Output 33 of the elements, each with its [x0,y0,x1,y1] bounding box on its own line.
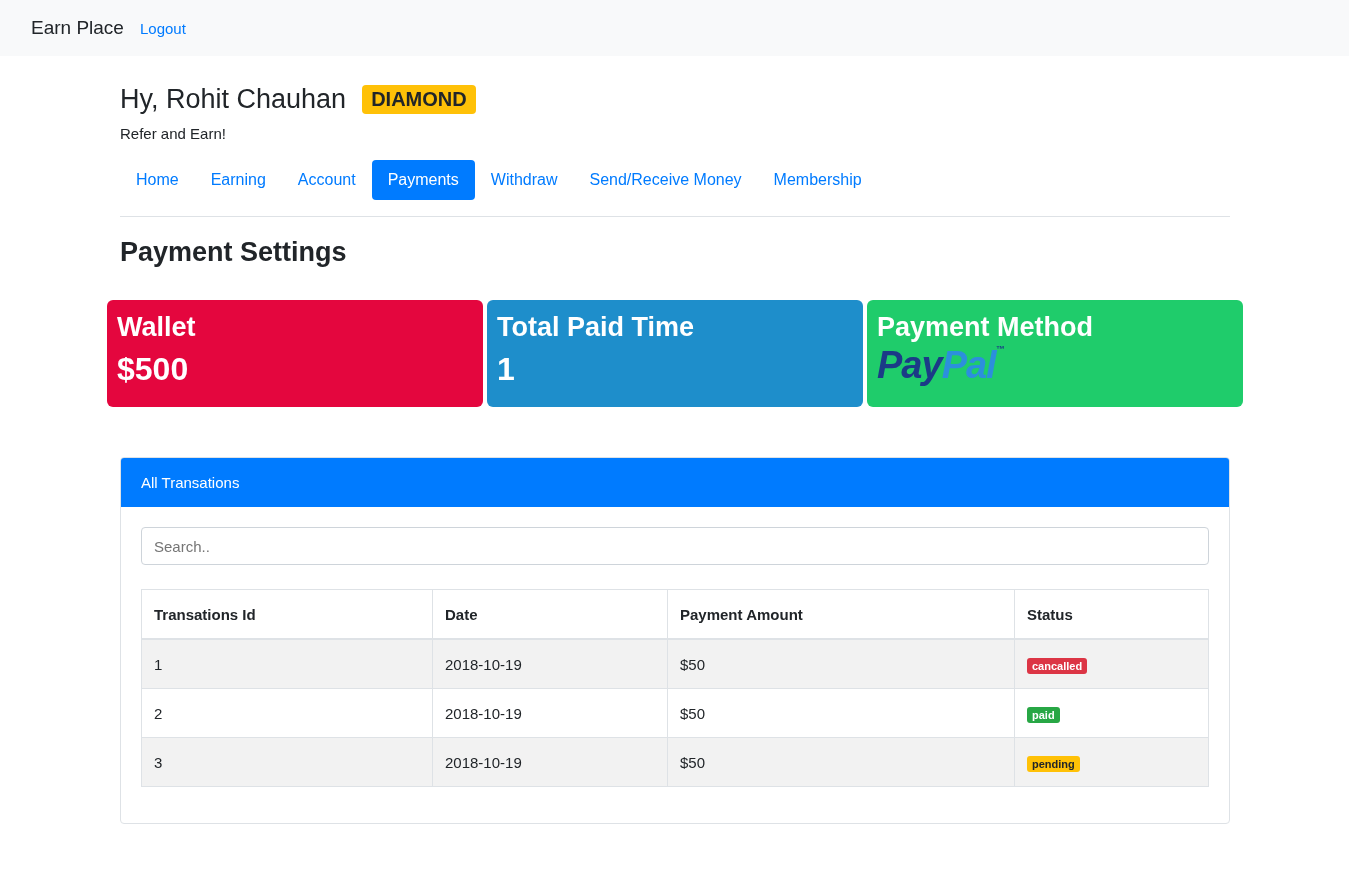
membership-badge: DIAMOND [362,85,476,114]
status-badge: cancalled [1027,657,1088,674]
table-cell: 2018-10-19 [432,639,668,689]
table-cell: $50 [667,737,1015,787]
brand-link[interactable]: Earn Place [31,17,124,39]
nav-tab[interactable]: Withdraw [474,160,574,200]
table-cell: 2018-10-19 [432,737,668,787]
greeting-heading: Hy, Rohit Chauhan [120,84,347,115]
nav-tab[interactable]: Send/Receive Money [573,160,758,200]
table-cell: 2 [141,688,433,738]
nav-tab[interactable]: Earning [194,160,282,200]
nav-tab[interactable]: Membership [757,160,878,200]
subtitle-text: Refer and Earn! [120,125,227,142]
nav-tab[interactable]: Home [120,160,195,200]
nav-tab[interactable]: Account [281,160,372,200]
table-cell: $50 [667,688,1015,738]
table-cell: 3 [141,737,433,787]
paypal-logo: PayPal™ [877,345,1005,387]
card-title: Wallet [117,312,197,343]
table-cell: 1 [141,639,433,689]
status-badge: paid [1027,706,1060,723]
logout-link[interactable]: Logout [139,19,186,37]
card-title: Payment Method [877,312,1095,343]
nav-tab[interactable]: Payments [371,160,475,200]
search-field[interactable]: Search.. [141,527,1209,565]
table-cell: 2018-10-19 [432,688,668,738]
table-cell: $50 [667,639,1015,689]
section-heading: Payment Settings [120,237,348,268]
card-value: 1 [497,351,516,388]
status-badge: pending [1027,755,1080,772]
panel-header: All Transations [121,458,1229,507]
card-value: $500 [117,351,190,388]
card-title: Total Paid Time [497,312,696,343]
